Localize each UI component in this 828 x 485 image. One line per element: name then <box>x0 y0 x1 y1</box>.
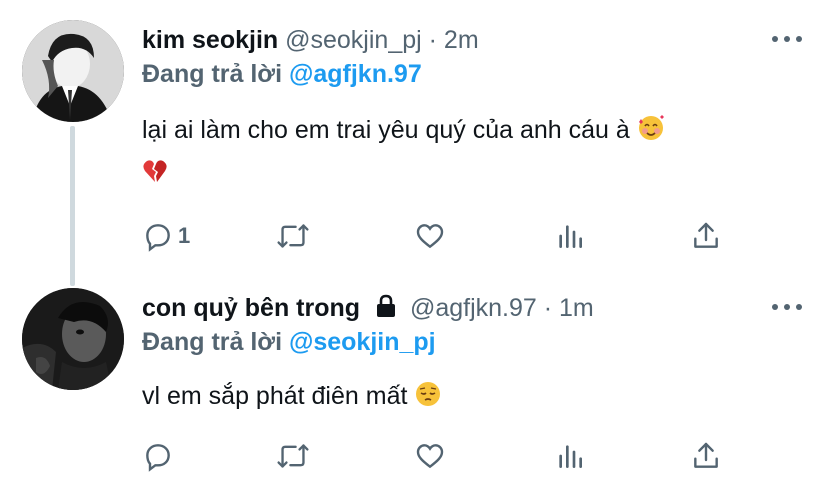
analytics-button[interactable] <box>554 436 586 476</box>
username[interactable]: @seokjin_pj <box>285 26 422 54</box>
reply-icon <box>146 224 170 252</box>
retweet-icon <box>277 444 309 468</box>
more-icon[interactable] <box>772 302 802 312</box>
lock-icon <box>375 294 397 326</box>
timestamp[interactable]: 1m <box>559 294 594 322</box>
display-name[interactable]: con quỷ bên trong <box>142 294 360 322</box>
avatar[interactable] <box>22 20 124 122</box>
replying-mention[interactable]: @agfjkn.97 <box>289 60 422 88</box>
share-icon <box>694 442 718 468</box>
more-icon[interactable] <box>772 34 802 44</box>
broken-heart-icon <box>142 156 168 196</box>
like-icon <box>416 224 444 249</box>
reply-count: 1 <box>178 223 191 248</box>
share-icon <box>694 222 718 248</box>
pensive-face-icon <box>414 380 442 420</box>
replying-prefix: Đang trả lời <box>142 60 283 88</box>
tweet-1[interactable]: kim seokjin @seokjin_pj · 2m Đang trả lờ… <box>0 0 828 280</box>
replying-mention[interactable]: @seokjin_pj <box>289 328 436 356</box>
retweet-button[interactable] <box>276 216 310 256</box>
share-button[interactable] <box>690 436 722 476</box>
avatar[interactable] <box>22 288 124 390</box>
timestamp[interactable]: 2m <box>444 26 479 54</box>
tweet-actions <box>142 436 742 476</box>
tweet-text-line: vl em sắp phát điên mất <box>142 382 408 410</box>
reply-icon <box>146 444 170 472</box>
reply-button[interactable]: 1 <box>142 216 190 256</box>
smiling-face-with-hearts-icon <box>637 114 665 154</box>
tweet-header: con quỷ bên trong @agfjkn.97 · 1m <box>142 292 594 326</box>
tweet-actions: 1 <box>142 216 742 256</box>
replying-prefix: Đang trả lời <box>142 328 283 356</box>
reply-button[interactable] <box>142 436 178 476</box>
like-button[interactable] <box>414 216 446 256</box>
replying-to: Đang trả lời @seokjin_pj <box>142 326 436 358</box>
retweet-icon <box>277 224 309 248</box>
like-icon <box>416 444 444 469</box>
tweet-text: vl em sắp phát điên mất <box>142 376 442 420</box>
retweet-button[interactable] <box>276 436 310 476</box>
tweet-text: lại ai làm cho em trai yêu quý của anh c… <box>142 110 665 154</box>
analytics-icon <box>559 445 582 468</box>
replying-to: Đang trả lời @agfjkn.97 <box>142 58 422 90</box>
display-name[interactable]: kim seokjin <box>142 26 278 54</box>
analytics-icon <box>559 225 582 248</box>
analytics-button[interactable] <box>554 216 586 256</box>
separator-dot: · <box>543 294 553 322</box>
tweet-2[interactable]: con quỷ bên trong @agfjkn.97 · 1m Đang t… <box>0 280 828 485</box>
like-button[interactable] <box>414 436 446 476</box>
share-button[interactable] <box>690 216 722 256</box>
tweet-header: kim seokjin @seokjin_pj · 2m <box>142 24 479 56</box>
separator-dot: · <box>428 26 437 54</box>
username[interactable]: @agfjkn.97 <box>410 294 537 322</box>
tweet-text-line2 <box>142 152 168 196</box>
tweet-text-line: lại ai làm cho em trai yêu quý của anh c… <box>142 116 630 144</box>
